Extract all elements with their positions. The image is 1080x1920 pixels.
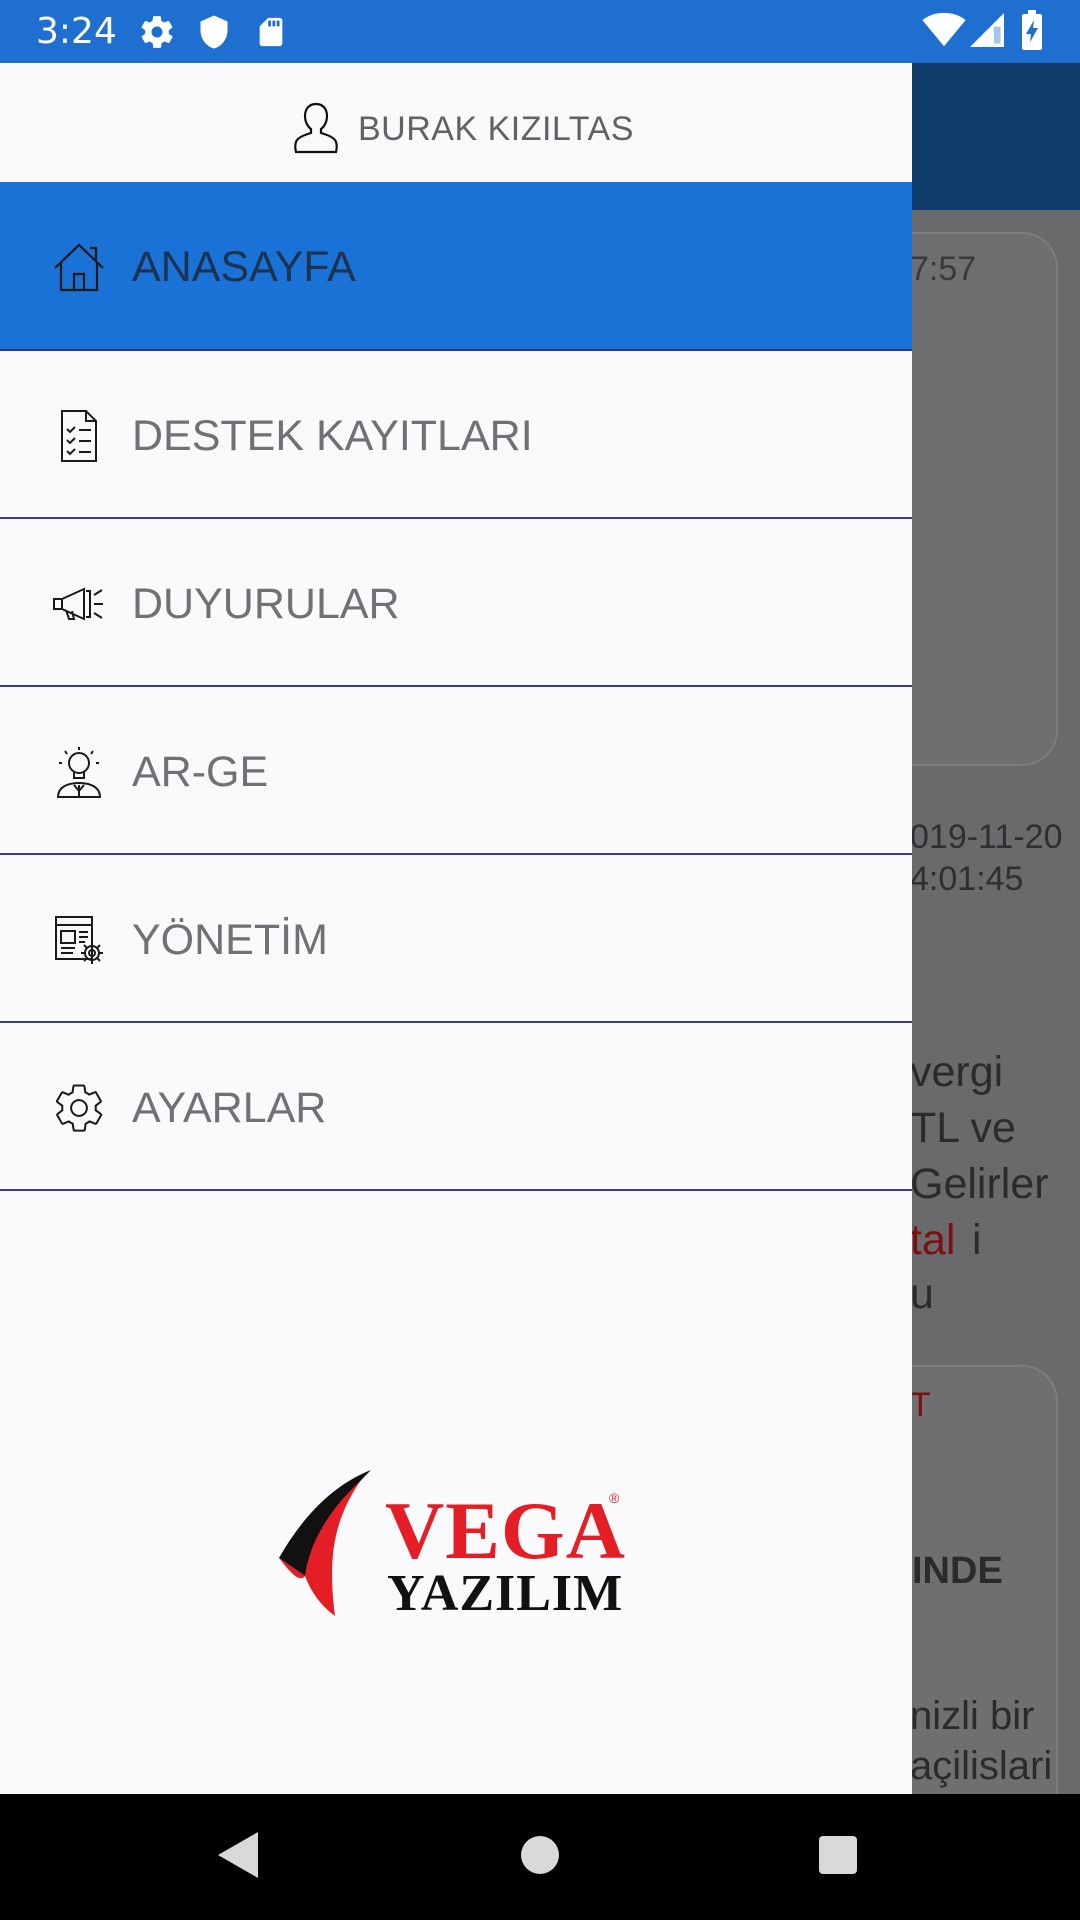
menu-item-yonetim[interactable]: YÖNETİM [0,855,912,1023]
background-text-red: tal [910,1216,956,1264]
background-app-bar [910,63,1080,210]
gear-icon [138,13,176,56]
background-content: 7:57 019-11-20 4:01:45 vergi TL ve Gelir… [910,210,1080,1794]
background-date-2: 019-11-20 [910,818,1063,856]
menu-item-anasayfa[interactable]: ANASAYFA [0,182,912,351]
status-bar: 3:24 [0,0,1080,63]
megaphone-icon [52,577,106,631]
back-icon[interactable] [216,1830,260,1885]
background-card-1 [910,232,1058,766]
background-bold-text: INDE [912,1550,1003,1592]
background-time-2: 4:01:45 [910,860,1024,898]
menu-item-ar-ge[interactable]: AR-GE [0,687,912,855]
logo-registered-mark: ® [609,1490,620,1506]
menu-item-duyurular[interactable]: DUYURULAR [0,519,912,687]
user-name: BURAK KIZILTAS [358,110,634,148]
system-navigation-bar [0,1794,1080,1920]
logo-mark [279,1470,371,1616]
menu-item-destek-kayitlari[interactable]: DESTEK KAYITLARI [0,351,912,519]
menu-label: DESTEK KAYITLARI [132,412,533,460]
home-icon [52,240,106,294]
menu-label: ANASAYFA [132,243,356,291]
battery-icon [1020,10,1044,55]
menu-label: DUYURULAR [132,580,400,628]
logo-vega-text: VEGA [385,1485,626,1576]
gear-icon [52,1081,106,1135]
menu-label: AR-GE [132,748,269,796]
management-document-icon [52,913,106,967]
sd-card-icon [254,13,288,56]
navigation-drawer: BURAK KIZILTAS ANASAYFA DESTEK KAYITLARI [0,63,912,1794]
user-icon [292,100,340,161]
background-text-line: TL ve [910,1104,1016,1152]
drawer-header: BURAK KIZILTAS [0,63,912,182]
background-text-line: u [910,1270,934,1318]
background-text-line: vergi [910,1048,1004,1096]
background-text-line: Gelirler [910,1160,1049,1208]
background-text-line: i [972,1216,982,1264]
vega-yazilim-logo: VEGA ® YAZILIM [275,1466,625,1631]
background-time-1: 7:57 [910,250,977,288]
menu-item-ayarlar[interactable]: AYARLAR [0,1023,912,1191]
home-circle-icon[interactable] [520,1830,560,1885]
recents-icon[interactable] [818,1830,858,1885]
wifi-icon [922,12,966,53]
menu-label: AYARLAR [132,1084,327,1132]
idea-person-icon [52,745,106,799]
shield-icon [196,13,232,56]
background-text-line: açilislari [910,1744,1053,1788]
checklist-document-icon [52,409,106,463]
background-red-label: T [910,1386,931,1424]
signal-icon [970,12,1004,53]
status-time: 3:24 [36,11,117,52]
menu-label: YÖNETİM [132,916,328,964]
background-text-line: nizli bir [910,1694,1035,1738]
logo-yazilim-text: YAZILIM [387,1565,624,1622]
